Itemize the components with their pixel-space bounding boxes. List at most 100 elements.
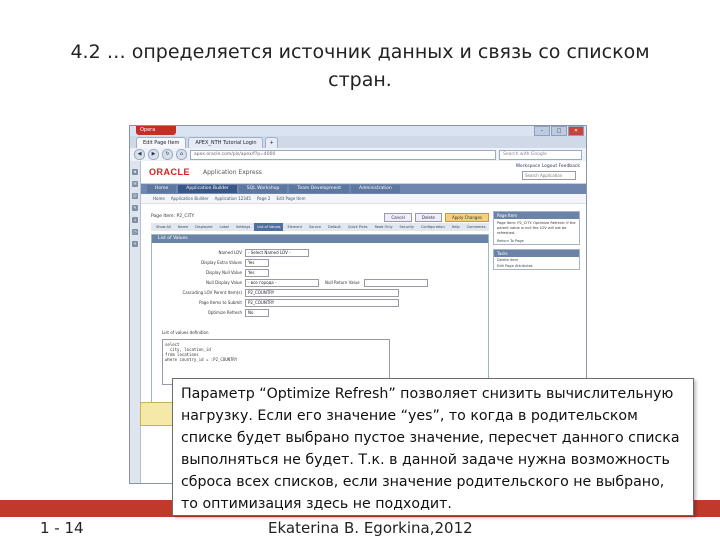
browser-search-input[interactable]: Search with Google bbox=[499, 149, 582, 160]
return-to-page-checkbox[interactable]: Return To Page bbox=[494, 238, 579, 244]
page-item-row: Page Item: P2_CITY Cancel Delete Apply C… bbox=[151, 211, 489, 223]
form-row-items-submit: Page Items to Submit P2_COUNTRY bbox=[152, 299, 399, 307]
contacts-icon[interactable]: ☺ bbox=[132, 193, 138, 199]
apply-changes-button[interactable]: Apply Changes bbox=[445, 213, 489, 222]
breadcrumb-item[interactable]: Application 12345 bbox=[215, 194, 251, 203]
reload-icon[interactable]: ↻ bbox=[162, 149, 173, 160]
field-label: List of values definition bbox=[162, 330, 209, 335]
null-display-value-input[interactable]: - все города - bbox=[245, 279, 319, 287]
browser-tab-tutorial-login[interactable]: APEX_NTH Tutorial Login bbox=[188, 137, 264, 148]
subtab[interactable]: Default bbox=[325, 223, 344, 231]
item-subtabs: Show All Name Displayed Label Settings L… bbox=[151, 223, 489, 231]
tasks-box: Tasks Delete item Edit Page Attributes bbox=[493, 249, 580, 270]
field-label: Null Return Value bbox=[325, 280, 360, 285]
help-box-text: Page Item: P2_CITY. Optimize Refresh: if… bbox=[497, 221, 576, 235]
minimize-icon[interactable]: – bbox=[534, 126, 550, 136]
subtab[interactable]: Label bbox=[217, 223, 232, 231]
field-label: Named LOV bbox=[218, 250, 242, 255]
downloads-icon[interactable]: ↓ bbox=[132, 217, 138, 223]
subtab-list-of-values[interactable]: List of Values bbox=[254, 223, 284, 231]
page-items-to-submit-input[interactable]: P2_COUNTRY bbox=[245, 299, 399, 307]
form-row-display-null: Display Null Value Yes bbox=[152, 269, 269, 277]
subtab[interactable]: Name bbox=[175, 223, 191, 231]
subtab[interactable]: Read Only bbox=[372, 223, 396, 231]
subtab[interactable]: Displayed bbox=[192, 223, 215, 231]
help-box-title: Page Item bbox=[494, 212, 579, 219]
tab-application-builder[interactable]: Application Builder bbox=[178, 185, 237, 193]
product-name: Application Express bbox=[203, 169, 262, 176]
subtab[interactable]: Quick Picks bbox=[345, 223, 371, 231]
cancel-button[interactable]: Cancel bbox=[384, 213, 412, 222]
mail-icon[interactable]: ✉ bbox=[132, 181, 138, 187]
browser-tab-edit-page-item[interactable]: Edit Page Item bbox=[136, 137, 187, 148]
home-icon[interactable]: ⌂ bbox=[176, 149, 187, 160]
yellow-highlight-note bbox=[140, 402, 176, 426]
apex-header: ORACLE Application Express Workspace Log… bbox=[141, 161, 586, 184]
breadcrumb-item: Edit Page Item bbox=[276, 196, 306, 201]
null-return-value-input[interactable] bbox=[363, 279, 428, 287]
form-row-cascading-parent: Cascading LOV Parent Item(s) P2_COUNTRY bbox=[152, 289, 399, 297]
breadcrumb: Home Application Builder Application 123… bbox=[141, 194, 586, 204]
subtab[interactable]: Source bbox=[306, 223, 324, 231]
form-row-null-display: Null Display Value - все города - Null R… bbox=[152, 279, 428, 287]
named-lov-select[interactable]: - Select Named LOV - bbox=[245, 249, 309, 257]
tab-home[interactable]: Home bbox=[147, 185, 177, 193]
back-icon[interactable]: ◀ bbox=[134, 149, 145, 160]
notes-icon[interactable]: ✎ bbox=[132, 205, 138, 211]
page-item-help-box: Page Item Page Item: P2_CITY. Optimize R… bbox=[493, 211, 580, 245]
subtab[interactable]: Show All bbox=[153, 223, 174, 231]
close-icon[interactable]: ✕ bbox=[568, 126, 584, 136]
tab-team-development[interactable]: Team Development bbox=[289, 185, 349, 193]
display-null-value-select[interactable]: Yes bbox=[245, 269, 269, 277]
slide-title: 4.2 … определяется источник данных и свя… bbox=[70, 41, 650, 91]
subtab[interactable]: Help bbox=[449, 223, 463, 231]
history-icon[interactable]: ◷ bbox=[132, 229, 138, 235]
apex-main-tabs: Home Application Builder SQL Workshop Te… bbox=[141, 184, 586, 194]
field-label: Optimize Refresh bbox=[207, 310, 242, 315]
form-row-optimize-refresh: Optimize Refresh No bbox=[152, 309, 269, 317]
browser-tabbar: Edit Page Item APEX_NTH Tutorial Login + bbox=[130, 136, 586, 148]
cascading-parent-input[interactable]: P2_COUNTRY bbox=[245, 289, 399, 297]
maximize-icon[interactable]: □ bbox=[551, 126, 567, 136]
window-controls: – □ ✕ bbox=[534, 126, 584, 136]
sql-label-row: List of values definition bbox=[162, 329, 209, 336]
breadcrumb-item[interactable]: Page 2 bbox=[257, 194, 271, 203]
field-label: Display Null Value bbox=[205, 270, 242, 275]
browser-side-panel: ★ ✉ ☺ ✎ ↓ ◷ + bbox=[130, 161, 141, 483]
page-item-title: Page Item: P2_CITY bbox=[151, 214, 195, 219]
window-titlebar: Opera – □ ✕ bbox=[130, 126, 586, 136]
browser-navbar: ◀ ▶ ↻ ⌂ apex.oracle.com/pls/apex/f?p=400… bbox=[130, 148, 586, 162]
new-tab-button[interactable]: + bbox=[265, 137, 278, 148]
tab-administration[interactable]: Administration bbox=[350, 185, 400, 193]
task-link[interactable]: Edit Page Attributes bbox=[494, 263, 579, 269]
forward-icon[interactable]: ▶ bbox=[148, 149, 159, 160]
header-links[interactable]: Workspace Logout Feedback bbox=[516, 164, 580, 169]
subtab[interactable]: Comments bbox=[464, 223, 489, 231]
subtab[interactable]: Element bbox=[284, 223, 305, 231]
optimize-refresh-select[interactable]: No bbox=[245, 309, 269, 317]
header-search-input[interactable]: Search Application bbox=[522, 171, 576, 180]
display-extra-values-select[interactable]: Yes bbox=[245, 259, 269, 267]
opera-menu-button[interactable]: Opera bbox=[136, 126, 176, 135]
oracle-logo: ORACLE bbox=[149, 167, 190, 177]
lov-region-title: List of Values bbox=[152, 235, 488, 243]
tasks-title: Tasks bbox=[494, 250, 579, 257]
add-panel-icon[interactable]: + bbox=[132, 241, 138, 247]
delete-button[interactable]: Delete bbox=[414, 213, 443, 222]
explanation-callout: Параметр “Optimize Refresh” позволяет сн… bbox=[172, 378, 694, 516]
breadcrumb-item[interactable]: Home bbox=[153, 194, 165, 203]
address-bar[interactable]: apex.oracle.com/pls/apex/f?p=4000 bbox=[190, 149, 496, 160]
subtab[interactable]: Configuration bbox=[418, 223, 448, 231]
form-row-named-lov: Named LOV - Select Named LOV - bbox=[152, 249, 309, 257]
subtab[interactable]: Security bbox=[397, 223, 417, 231]
subtab[interactable]: Settings bbox=[233, 223, 253, 231]
action-buttons: Cancel Delete Apply Changes bbox=[384, 213, 489, 222]
tab-sql-workshop[interactable]: SQL Workshop bbox=[238, 185, 288, 193]
slide-number: 1 - 14 bbox=[40, 519, 84, 537]
slide-author: Ekaterina B. Egorkina,2012 bbox=[268, 519, 473, 537]
breadcrumb-item[interactable]: Application Builder bbox=[171, 194, 209, 203]
field-label: Page Items to Submit bbox=[199, 300, 242, 305]
field-label: Null Display Value bbox=[205, 280, 242, 285]
form-row-extra-values: Display Extra Values Yes bbox=[152, 259, 269, 267]
bookmarks-icon[interactable]: ★ bbox=[132, 169, 138, 175]
